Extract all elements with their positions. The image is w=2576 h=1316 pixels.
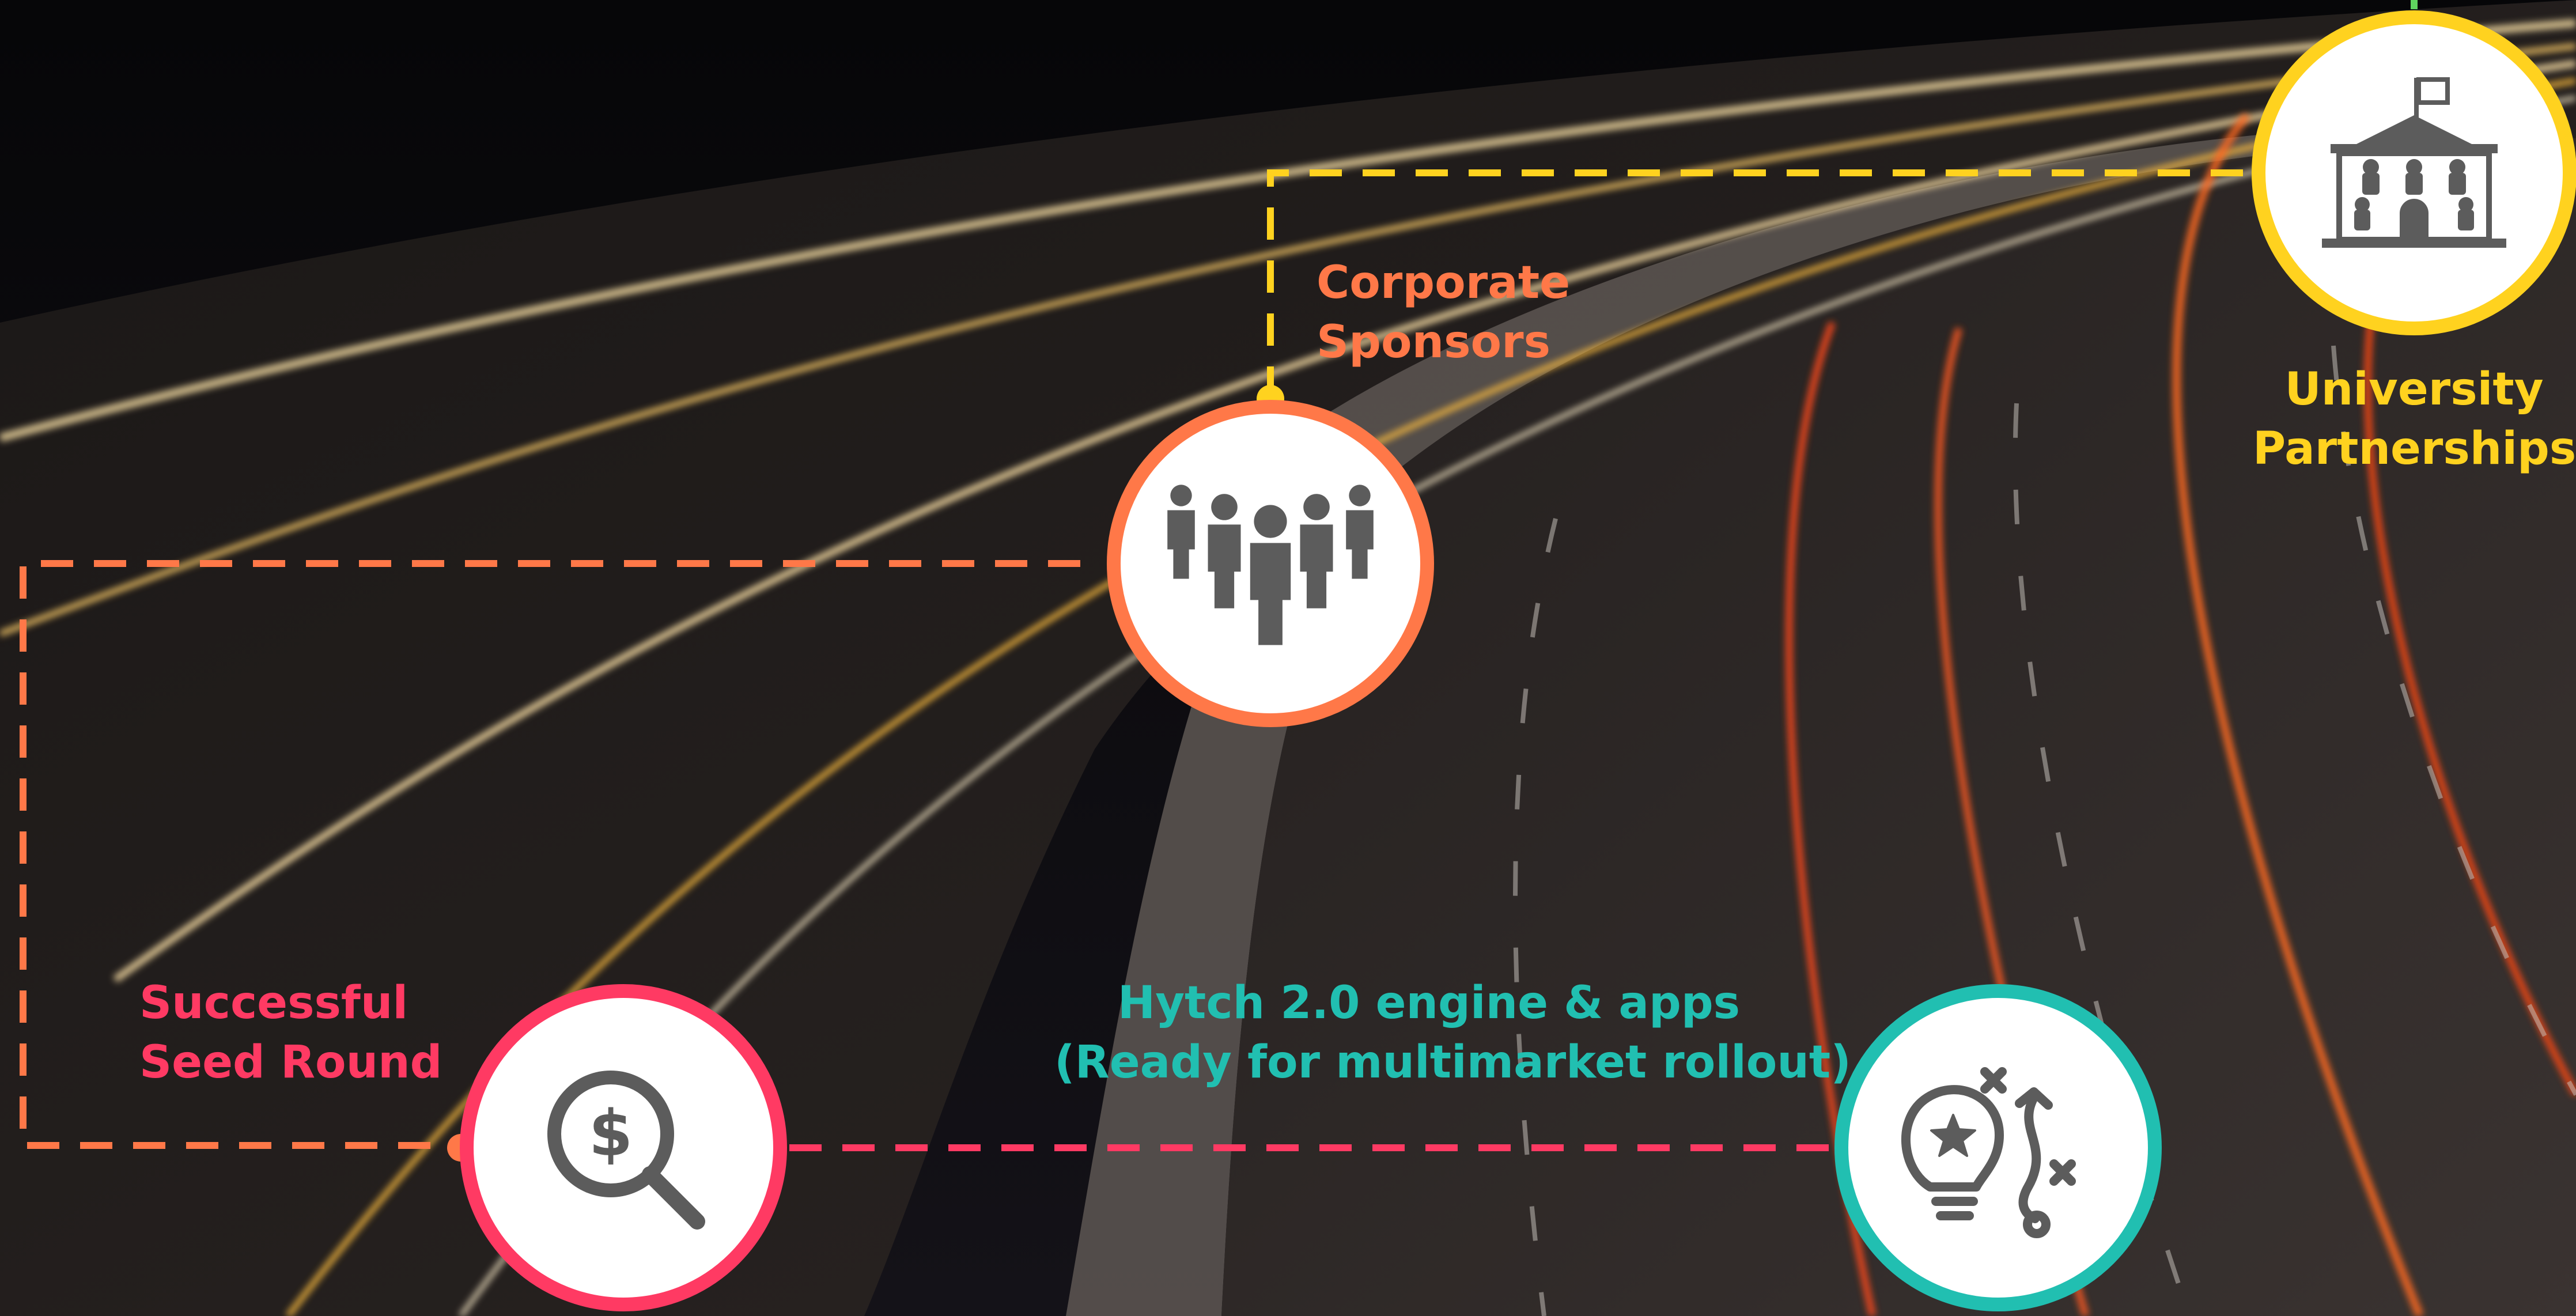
- corporate-label-line1: Corporate: [1317, 257, 1571, 309]
- university-node: [2252, 10, 2576, 335]
- svg-text:$: $: [589, 1096, 633, 1170]
- highway-timeline-diagram: $: [0, 0, 2576, 1316]
- university-label: University Partnerships: [2253, 360, 2576, 479]
- university-label-line2: Partnerships: [2253, 422, 2576, 475]
- hytch-label: Hytch 2.0 engine & apps (Ready for multi…: [1054, 974, 1851, 1092]
- seed-label: Successful Seed Round: [139, 974, 442, 1092]
- seed-label-line1: Successful: [139, 977, 408, 1029]
- hytch-node: [1834, 984, 2162, 1311]
- hytch-label-line1: Hytch 2.0 engine & apps: [1117, 977, 1741, 1029]
- seed-label-line2: Seed Round: [139, 1036, 442, 1088]
- hytch-label-line2: (Ready for multimarket rollout): [1054, 1036, 1851, 1088]
- seed-node: $: [460, 984, 787, 1311]
- university-label-line1: University: [2284, 364, 2544, 415]
- corporate-label-line2: Sponsors: [1317, 316, 1551, 368]
- corporate-label: Corporate Sponsors: [1317, 254, 1570, 372]
- corporate-node: [1107, 400, 1434, 727]
